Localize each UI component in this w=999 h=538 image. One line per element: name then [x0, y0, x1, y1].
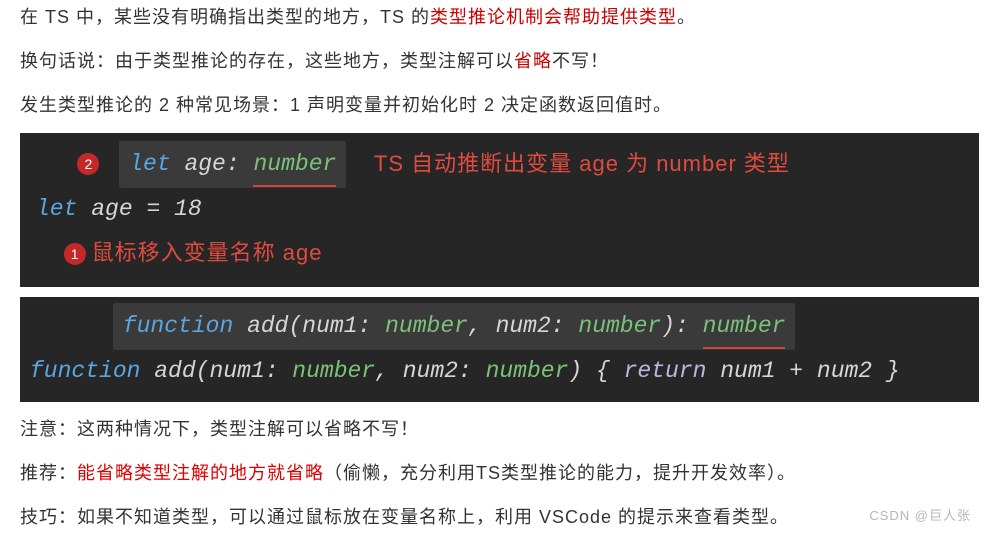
code1-hover-line: 1 鼠标移入变量名称 age	[36, 232, 963, 277]
ret-colon: :	[675, 313, 703, 339]
fn-name: add	[247, 313, 288, 339]
colon1-2: :	[265, 358, 293, 384]
return-keyword: return	[624, 358, 721, 384]
tooltip-comment: TS 自动推断出变量 age 为 number 类型	[374, 150, 790, 175]
let-keyword-2: let	[36, 196, 91, 222]
colon1: :	[358, 313, 386, 339]
p2-text-red: 省略	[514, 51, 552, 71]
fn-keyword: function	[123, 313, 247, 339]
let-keyword: let	[129, 151, 184, 177]
param2: num2	[496, 313, 551, 339]
code1-tooltip-line: 2 let age: number TS 自动推断出变量 age 为 numbe…	[36, 141, 963, 189]
p5-text-b: （偷懒，充分利用TS类型推论的能力，提升开发效率）。	[324, 463, 796, 483]
paragraph-5: 推荐：能省略类型注解的地方就省略（偷懒，充分利用TS类型推论的能力，提升开发效率…	[20, 456, 979, 490]
close-brace: }	[872, 358, 900, 384]
param1-2: num1	[209, 358, 264, 384]
open-brace: {	[582, 358, 623, 384]
comma: ,	[468, 313, 496, 339]
type2: number	[578, 313, 661, 339]
tooltip-type: number	[253, 151, 336, 177]
colon2: :	[551, 313, 579, 339]
hover-comment: 鼠标移入变量名称 age	[92, 240, 323, 265]
ret-type: number	[703, 313, 786, 339]
rparen-2: )	[568, 358, 582, 384]
expr1: num1	[720, 358, 775, 384]
p2-text-a: 换句话说：由于类型推论的存在，这些地方，类型注解可以	[20, 51, 514, 71]
var-name: age	[91, 196, 132, 222]
param1: num1	[302, 313, 357, 339]
type2-2: number	[486, 358, 569, 384]
article: 在 TS 中，某些没有明确指出类型的地方，TS 的类型推论机制会帮助提供类型。 …	[0, 0, 999, 538]
p5-text-red: 能省略类型注解的地方就省略	[77, 463, 324, 483]
code2-tooltip-line: function add(num1: number, num2: number)…	[30, 303, 969, 351]
p6-text: 技巧：如果不知道类型，可以通过鼠标放在变量名称上，利用 VSCode 的提示来查…	[20, 507, 789, 527]
rparen: )	[661, 313, 675, 339]
type1: number	[385, 313, 468, 339]
tooltip-var: age	[184, 151, 225, 177]
param2-2: num2	[403, 358, 458, 384]
paragraph-3: 发生类型推论的 2 种常见场景：1 声明变量并初始化时 2 决定函数返回值时。	[20, 88, 979, 122]
watermark: CSDN @巨人张	[869, 504, 971, 529]
code1-main-line: let age = 18	[36, 188, 963, 232]
code-block-1: 2 let age: number TS 自动推断出变量 age 为 numbe…	[20, 133, 979, 287]
literal-number: 18	[174, 196, 202, 222]
tooltip-colon: :	[226, 151, 254, 177]
expr2: num2	[817, 358, 872, 384]
lparen-2: (	[196, 358, 210, 384]
p5-text-a: 推荐：	[20, 463, 77, 483]
assign-op: =	[133, 196, 174, 222]
p4-text: 注意：这两种情况下，类型注解可以省略不写！	[20, 419, 419, 439]
lparen: (	[288, 313, 302, 339]
code2-main-line: function add(num1: number, num2: number)…	[30, 350, 969, 394]
fn-keyword-2: function	[30, 358, 154, 384]
paragraph-2: 换句话说：由于类型推论的存在，这些地方，类型注解可以省略不写！	[20, 44, 979, 78]
p2-text-b: 不写！	[552, 51, 609, 71]
paragraph-4: 注意：这两种情况下，类型注解可以省略不写！	[20, 412, 979, 446]
fn-name-2: add	[154, 358, 195, 384]
p1-text-b: 。	[677, 7, 696, 27]
badge-2-icon: 2	[77, 153, 99, 175]
paragraph-6: 技巧：如果不知道类型，可以通过鼠标放在变量名称上，利用 VSCode 的提示来查…	[20, 500, 979, 534]
p1-text-red: 类型推论机制会帮助提供类型	[430, 7, 677, 27]
type1-2: number	[292, 358, 375, 384]
plus-op: +	[775, 358, 816, 384]
badge-1-icon: 1	[64, 243, 86, 265]
p1-text-a: 在 TS 中，某些没有明确指出类型的地方，TS 的	[20, 7, 430, 27]
comma-2: ,	[375, 358, 403, 384]
paragraph-1: 在 TS 中，某些没有明确指出类型的地方，TS 的类型推论机制会帮助提供类型。	[20, 0, 979, 34]
colon2-2: :	[458, 358, 486, 384]
p3-text: 发生类型推论的 2 种常见场景：1 声明变量并初始化时 2 决定函数返回值时。	[20, 95, 672, 115]
code-block-2: function add(num1: number, num2: number)…	[20, 297, 979, 402]
